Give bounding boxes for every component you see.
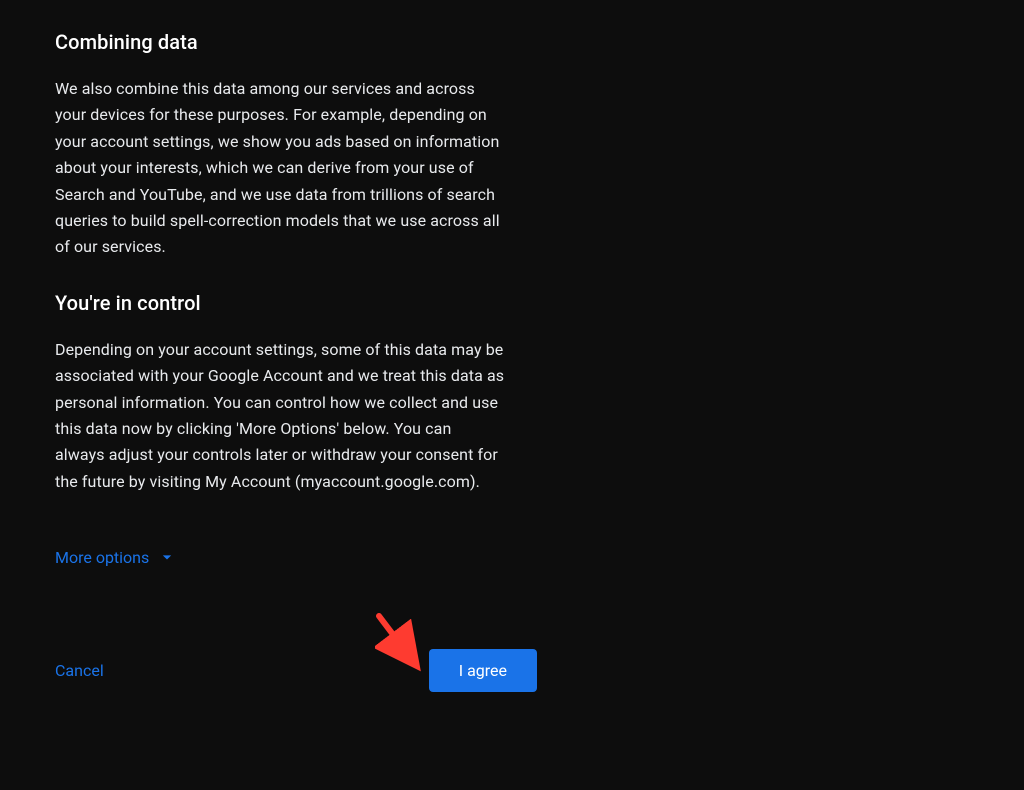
- section-body-combining: We also combine this data among our serv…: [55, 76, 505, 261]
- section-youre-in-control: You're in control Depending on your acco…: [55, 291, 505, 495]
- section-heading-control: You're in control: [55, 291, 505, 315]
- more-options-label: More options: [55, 548, 149, 567]
- section-combining-data: Combining data We also combine this data…: [55, 30, 505, 261]
- cancel-button[interactable]: Cancel: [55, 661, 104, 680]
- chevron-down-icon: [157, 547, 177, 567]
- more-options-button[interactable]: More options: [55, 547, 177, 567]
- dialog-button-row: Cancel I agree: [55, 649, 537, 692]
- section-heading-combining: Combining data: [55, 30, 505, 54]
- dialog-content: Combining data We also combine this data…: [0, 0, 560, 722]
- section-body-control: Depending on your account settings, some…: [55, 337, 505, 495]
- agree-button[interactable]: I agree: [429, 649, 537, 692]
